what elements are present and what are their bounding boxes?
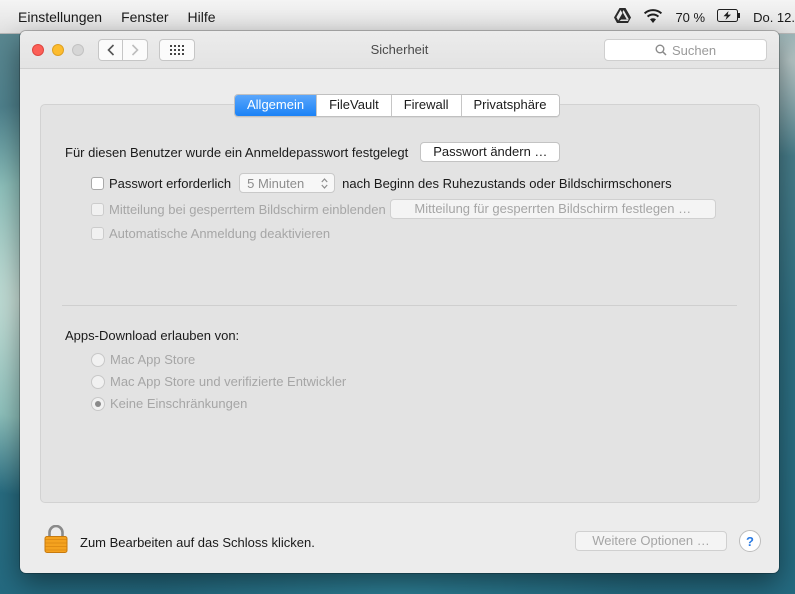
clock[interactable]: Do. 12.	[753, 10, 795, 25]
search-placeholder: Suchen	[671, 42, 717, 58]
menu-bar: Einstellungen Fenster Hilfe 70 % Do. 12.	[0, 0, 795, 34]
radio-selected-dot	[95, 400, 101, 407]
wifi-icon[interactable]	[643, 8, 663, 26]
google-drive-icon[interactable]	[614, 8, 632, 26]
radio-app-store[interactable]	[91, 352, 105, 367]
help-button[interactable]: ?	[739, 530, 761, 552]
advanced-options-button[interactable]: Weitere Optionen …	[575, 531, 727, 551]
tab-firewall[interactable]: Firewall	[390, 95, 461, 116]
password-set-text: Für diesen Benutzer wurde ein Anmeldepas…	[65, 144, 409, 160]
menu-hilfe[interactable]: Hilfe	[188, 9, 216, 25]
tab-filevault[interactable]: FileVault	[316, 95, 391, 116]
tab-allgemein[interactable]: Allgemein	[235, 95, 317, 116]
lock-button[interactable]	[44, 524, 68, 556]
show-message-row: Mitteilung bei gesperrtem Bildschirm ein…	[91, 199, 716, 219]
content-panel	[40, 104, 760, 503]
radio-label-app-store: Mac App Store	[110, 352, 196, 367]
require-password-row: Passwort erforderlich 5 Minuten nach Beg…	[91, 173, 672, 193]
require-password-checkbox[interactable]	[91, 176, 104, 190]
radio-option-identified: Mac App Store und verifizierte Entwickle…	[91, 374, 346, 389]
require-password-suffix: nach Beginn des Ruhezustands oder Bildsc…	[342, 175, 672, 191]
radio-option-anywhere: Keine Einschränkungen	[91, 396, 247, 411]
battery-percent[interactable]: 70 %	[675, 10, 705, 25]
menu-items: Einstellungen Fenster Hilfe	[18, 9, 216, 25]
change-password-button[interactable]: Passwort ändern …	[420, 142, 561, 162]
delay-value: 5 Minuten	[247, 175, 305, 191]
disable-autologin-row: Automatische Anmeldung deaktivieren	[91, 226, 330, 241]
lock-hint-text: Zum Bearbeiten auf das Schloss klicken.	[80, 535, 315, 550]
disable-autologin-checkbox[interactable]	[91, 227, 104, 240]
password-row: Für diesen Benutzer wurde ein Anmeldepas…	[65, 142, 561, 162]
radio-label-identified: Mac App Store und verifizierte Entwickle…	[110, 374, 347, 389]
section-divider	[62, 305, 737, 306]
status-area: 70 % Do. 12.	[614, 0, 795, 34]
disable-autologin-label: Automatische Anmeldung deaktivieren	[109, 226, 331, 241]
show-message-checkbox[interactable]	[91, 202, 104, 216]
security-preferences-window: Sicherheit Suchen Allgemein FileVault Fi…	[20, 31, 779, 573]
search-field[interactable]: Suchen	[604, 39, 767, 61]
menu-fenster[interactable]: Fenster	[121, 9, 168, 25]
downloads-heading: Apps-Download erlauben von:	[65, 328, 240, 343]
show-message-label: Mitteilung bei gesperrtem Bildschirm ein…	[109, 201, 386, 217]
stepper-icon	[321, 177, 328, 189]
radio-label-anywhere: Keine Einschränkungen	[110, 396, 248, 411]
require-password-delay-popup[interactable]: 5 Minuten	[239, 173, 336, 193]
radio-option-app-store: Mac App Store	[91, 352, 195, 367]
menu-einstellungen[interactable]: Einstellungen	[18, 9, 102, 25]
title-bar: Sicherheit Suchen	[20, 31, 779, 69]
search-icon	[655, 44, 667, 56]
battery-charging-icon[interactable]	[717, 9, 741, 25]
lock-icon	[44, 524, 68, 553]
require-password-label: Passwort erforderlich	[109, 175, 232, 191]
tab-privatsphaere[interactable]: Privatsphäre	[460, 95, 559, 116]
radio-anywhere[interactable]	[91, 396, 105, 411]
tab-bar: Allgemein FileVault Firewall Privatsphär…	[234, 94, 560, 117]
radio-identified-developers[interactable]	[91, 374, 105, 389]
set-message-button[interactable]: Mitteilung für gesperrten Bildschirm fes…	[389, 199, 716, 219]
